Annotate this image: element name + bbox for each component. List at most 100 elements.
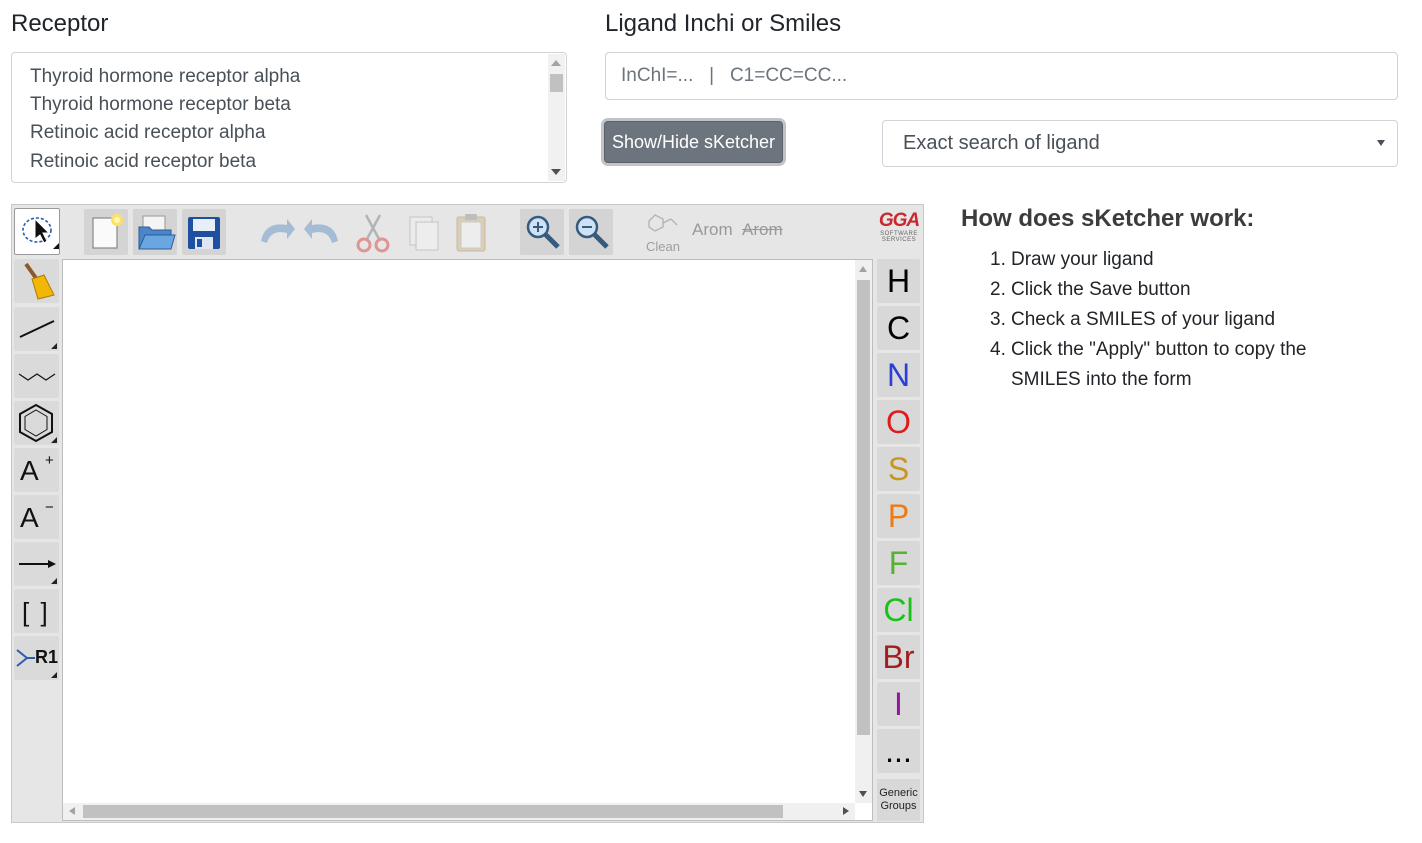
charge-minus-tool[interactable]: A −	[14, 495, 59, 539]
aromatize-button[interactable]: Arom	[692, 220, 733, 240]
show-hide-sketcher-button[interactable]: Show/Hide sKetcher	[604, 121, 783, 163]
receptor-option[interactable]: Thyroid hormone receptor beta	[30, 94, 291, 116]
new-document-icon	[92, 214, 123, 249]
scroll-down-icon[interactable]	[859, 791, 867, 797]
new-document-button[interactable]	[84, 209, 128, 255]
receptor-option[interactable]: Retinoic acid receptor beta	[30, 151, 256, 173]
generic-groups-button[interactable]: Generic Groups	[877, 779, 920, 821]
open-folder-icon	[138, 215, 176, 250]
open-file-button[interactable]	[133, 209, 177, 255]
copy-button[interactable]	[402, 209, 446, 255]
charge-minus-label: A	[20, 502, 39, 533]
step-number: 2.	[990, 279, 1006, 300]
atom-button-s[interactable]: S	[877, 447, 920, 491]
atom-symbol: P	[887, 498, 910, 534]
step-text: Click the "Apply" button to copy the SMI…	[1011, 339, 1307, 390]
search-mode-value: Exact search of ligand	[903, 132, 1100, 154]
reaction-arrow-tool[interactable]	[14, 542, 59, 586]
drawing-canvas[interactable]	[62, 259, 873, 821]
submenu-corner-icon	[51, 343, 57, 349]
receptor-listbox[interactable]: Thyroid hormone receptor alpha Thyroid h…	[11, 52, 567, 183]
canvas-horizontal-scrollbar[interactable]	[63, 803, 855, 820]
generic-groups-line1: Generic	[879, 787, 918, 799]
undo-icon	[261, 219, 295, 243]
lasso-select-icon	[22, 217, 59, 249]
bracket-label: [ ]	[22, 597, 50, 627]
logo-subtitle-2: SERVICES	[881, 237, 917, 243]
receptor-option[interactable]: Retinoic acid receptor alpha	[30, 122, 266, 144]
cut-button[interactable]	[351, 209, 395, 255]
dearomatize-button[interactable]: Arom	[742, 220, 783, 240]
minus-superscript: −	[45, 499, 54, 516]
atom-symbol: C	[886, 310, 911, 346]
clean-structure-icon	[648, 214, 678, 232]
clean-button[interactable]: Clean	[639, 209, 687, 255]
atom-button-h[interactable]: H	[877, 259, 920, 303]
scroll-left-icon[interactable]	[69, 807, 75, 815]
copy-icon	[409, 216, 439, 251]
paste-clipboard-icon	[456, 214, 486, 252]
receptor-scrollbar[interactable]	[548, 54, 565, 181]
atom-symbol: Br	[882, 639, 915, 675]
zoom-out-button[interactable]	[569, 209, 613, 255]
atom-symbol: H	[886, 263, 911, 299]
howto-step: 4. Click the "Apply" button to copy the S…	[990, 335, 1350, 395]
atom-symbol: ...	[885, 733, 912, 769]
rgroup-tool[interactable]: R1	[14, 636, 59, 680]
scroll-down-icon[interactable]	[551, 169, 561, 175]
step-text: Check a SMILES of your ligand	[1011, 309, 1276, 330]
scissors-icon	[356, 214, 390, 253]
redo-button[interactable]	[302, 209, 346, 255]
scroll-up-icon[interactable]	[859, 266, 867, 272]
atom-button-c[interactable]: C	[877, 306, 920, 350]
submenu-corner-icon	[51, 672, 57, 678]
canvas-vertical-scrollbar[interactable]	[855, 260, 872, 803]
save-button[interactable]	[182, 209, 226, 255]
chain-tool[interactable]	[14, 354, 59, 398]
scroll-thumb[interactable]	[83, 805, 783, 818]
howto-steps: 1. Draw your ligand 2. Click the Save butt…	[990, 245, 1410, 395]
atom-button-f[interactable]: F	[877, 541, 920, 585]
rgroup-label: R1	[35, 647, 59, 667]
sgroup-bracket-tool[interactable]: [ ]	[14, 589, 59, 633]
lasso-select-tool[interactable]	[14, 208, 60, 255]
scroll-right-icon[interactable]	[843, 807, 849, 815]
atom-button-br[interactable]: Br	[877, 635, 920, 679]
sketcher-widget: Clean Arom Arom GGA SOFTWARE SERVICES A …	[11, 204, 924, 823]
atom-button-cl[interactable]: Cl	[877, 588, 920, 632]
scroll-thumb[interactable]	[857, 280, 870, 735]
charge-plus-tool[interactable]: A +	[14, 448, 59, 492]
logo-text: GGA	[878, 210, 920, 231]
atom-button-more[interactable]: ...	[877, 729, 920, 773]
paste-button[interactable]	[449, 209, 493, 255]
undo-button[interactable]	[253, 209, 297, 255]
redo-icon	[304, 219, 338, 243]
atom-symbol: O	[886, 404, 911, 440]
atom-symbol: Cl	[883, 592, 914, 628]
atom-button-n[interactable]: N	[877, 353, 920, 397]
atom-button-o[interactable]: O	[877, 400, 920, 444]
atom-symbol: F	[888, 545, 909, 581]
atom-button-p[interactable]: P	[877, 494, 920, 538]
receptor-option[interactable]: Thyroid hormone receptor alpha	[30, 66, 300, 88]
generic-groups-line2: Groups	[880, 800, 917, 812]
charge-plus-label: A	[20, 455, 39, 486]
step-text: Click the Save button	[1011, 279, 1191, 300]
plus-superscript: +	[45, 452, 54, 469]
ring-tool[interactable]	[14, 401, 59, 445]
receptor-label: Receptor	[11, 10, 109, 37]
atom-symbol: I	[894, 686, 903, 722]
search-mode-select[interactable]: Exact search of ligand	[882, 120, 1398, 167]
clean-label: Clean	[646, 239, 680, 254]
atom-symbol: N	[886, 357, 911, 393]
atom-button-i[interactable]: I	[877, 682, 920, 726]
chevron-down-icon	[1377, 140, 1385, 146]
scroll-up-icon[interactable]	[551, 60, 561, 66]
scroll-thumb[interactable]	[550, 74, 563, 92]
single-bond-tool[interactable]	[14, 307, 59, 351]
rgroup-attachment-icon	[16, 649, 35, 667]
step-number: 1.	[990, 249, 1006, 270]
zoom-in-button[interactable]	[520, 209, 564, 255]
ligand-input[interactable]	[605, 52, 1398, 100]
erase-tool[interactable]	[14, 259, 59, 303]
